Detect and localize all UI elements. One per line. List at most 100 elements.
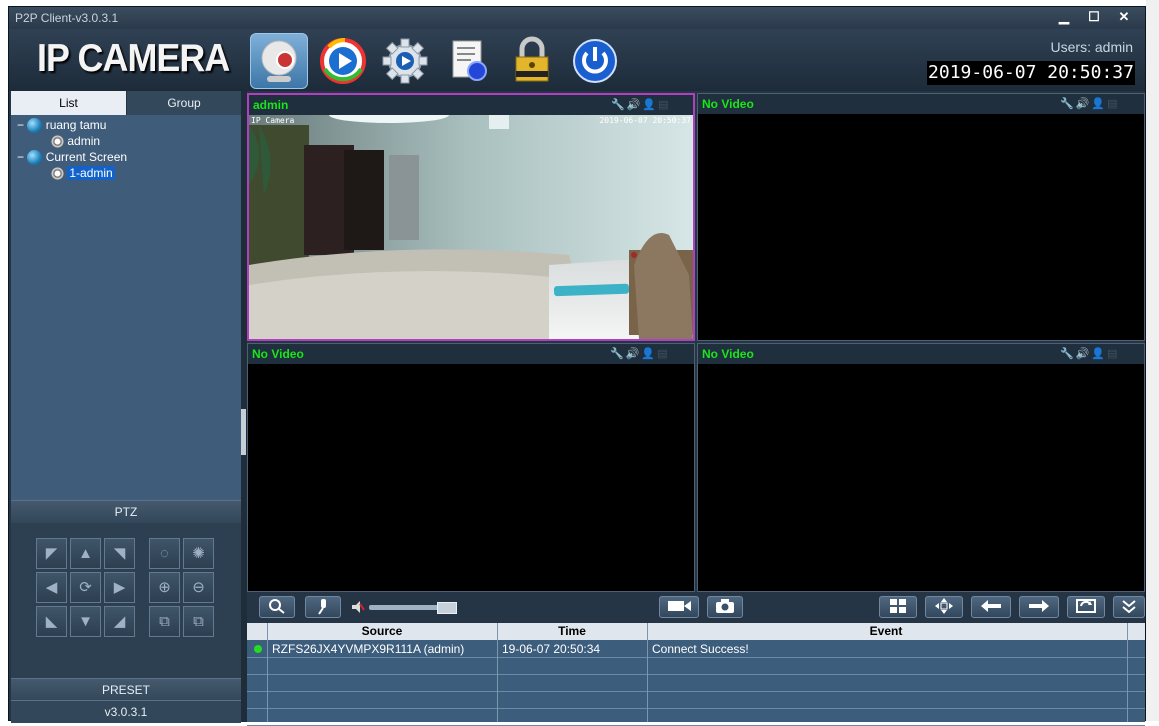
cycle-button[interactable] <box>1067 596 1105 618</box>
video-cell-title: No Video <box>252 347 304 361</box>
splitter-collapse-handle[interactable] <box>241 409 246 455</box>
column-header-source[interactable]: Source <box>267 624 497 638</box>
video-cell-header: No Video 🔧🔊👤▤ <box>698 344 1144 364</box>
collapse-toggle[interactable]: − <box>17 150 24 164</box>
magnifier-icon <box>269 599 285 614</box>
exit-button[interactable] <box>567 33 623 87</box>
tree-node-current-screen[interactable]: − Current Screen <box>17 150 127 166</box>
globe-icon <box>27 118 43 134</box>
column-header-event[interactable]: Event <box>647 624 1125 638</box>
video-grid: admin 🔧🔊👤▤ IP Camera 2019-06-07 20:50:37… <box>247 93 1145 592</box>
desktop-background <box>1146 0 1159 721</box>
table-row-empty <box>247 692 1145 709</box>
tree-node-label: ruang tamu <box>45 118 107 132</box>
ptz-up-button[interactable]: ▲ <box>70 538 101 569</box>
app-window: P2P Client-v3.0.3.1 ▁ ☐ ✕ IP CAMERA User… <box>8 6 1146 726</box>
arrow-right-icon <box>1029 600 1049 612</box>
column-header-time[interactable]: Time <box>497 624 647 638</box>
video-cell-3[interactable]: No Video 🔧🔊👤▤ <box>247 343 695 592</box>
title-bar[interactable]: P2P Client-v3.0.3.1 ▁ ☐ ✕ <box>9 7 1145 29</box>
iris-open-button[interactable]: ⧉ <box>149 606 180 637</box>
zoom-out-button[interactable]: ⊖ <box>183 572 214 603</box>
zoom-button[interactable] <box>259 596 295 618</box>
volume-slider-thumb[interactable] <box>437 602 457 614</box>
tree-node-admin[interactable]: admin <box>51 134 101 149</box>
camera-feed-image <box>249 115 693 339</box>
table-header: Source Time Event <box>247 623 1145 640</box>
fullscreen-button[interactable] <box>925 596 963 618</box>
log-button[interactable] <box>441 33 497 87</box>
video-cell-title: No Video <box>702 97 754 111</box>
playback-button[interactable] <box>315 33 371 87</box>
zoom-in-button[interactable]: ⊕ <box>149 572 180 603</box>
collapse-log-button[interactable] <box>1113 596 1145 618</box>
ptz-header[interactable]: PTZ <box>11 500 241 523</box>
record-button[interactable] <box>659 596 699 618</box>
cell-tool-icons: 🔧🔊👤▤ <box>1060 98 1120 110</box>
log-event: Connect Success! <box>652 642 749 656</box>
ptz-down-left-button[interactable]: ◣ <box>36 606 67 637</box>
collapse-toggle[interactable]: − <box>17 118 24 132</box>
ptz-right-button[interactable]: ▶ <box>104 572 135 603</box>
playback-icon <box>320 37 366 84</box>
camera-icon <box>51 167 64 181</box>
focus-near-button[interactable]: ◌ <box>149 538 180 569</box>
log-time: 19-06-07 20:50:34 <box>502 642 601 656</box>
video-cell-header: admin 🔧🔊👤▤ <box>249 95 693 115</box>
current-user-label: Users: admin <box>1050 39 1133 55</box>
ptz-controls: ◤ ▲ ◥ ◀ ⟳ ▶ ◣ ▼ ◢ ◌ ✺ ⊕ ⊖ ⧉ ⧉ <box>11 523 241 681</box>
video-cell-1[interactable]: admin 🔧🔊👤▤ IP Camera 2019-06-07 20:50:37 <box>247 93 695 341</box>
live-video-feed[interactable]: IP Camera 2019-06-07 20:50:37 <box>249 115 693 339</box>
cell-tool-icons: 🔧🔊👤▤ <box>611 99 671 111</box>
live-view-button[interactable] <box>250 33 308 89</box>
video-control-bar <box>247 594 1145 622</box>
ptz-auto-button[interactable]: ⟳ <box>70 572 101 603</box>
tree-node-1-admin[interactable]: 1-admin <box>51 166 115 181</box>
previous-page-button[interactable] <box>971 596 1011 618</box>
iris-close-button[interactable]: ⧉ <box>183 606 214 637</box>
tree-node-label: admin <box>67 134 101 148</box>
camera-icon <box>716 599 734 613</box>
minimize-button[interactable]: ▁ <box>1049 8 1079 26</box>
settings-button[interactable] <box>377 33 433 87</box>
arrow-left-icon <box>981 600 1001 612</box>
device-tree: − ruang tamu admin − Current Screen 1-ad… <box>11 115 241 500</box>
column-divider <box>267 623 268 722</box>
app-logo: IP CAMERA <box>37 37 230 80</box>
preset-header[interactable]: PRESET <box>11 678 241 701</box>
video-cell-4[interactable]: No Video 🔧🔊👤▤ <box>697 343 1145 592</box>
video-cell-title: admin <box>253 98 289 112</box>
ptz-up-right-button[interactable]: ◥ <box>104 538 135 569</box>
ptz-up-left-button[interactable]: ◤ <box>36 538 67 569</box>
close-button[interactable]: ✕ <box>1109 8 1139 26</box>
tree-node-label-selected: 1-admin <box>67 166 115 180</box>
event-log-table: Source Time Event RZFS26JX4YVMPX9R111A (… <box>247 623 1145 726</box>
ptz-down-button[interactable]: ▼ <box>70 606 101 637</box>
ptz-down-right-button[interactable]: ◢ <box>104 606 135 637</box>
grid-layout-icon <box>890 599 906 613</box>
cell-tool-icons: 🔧🔊👤▤ <box>1060 348 1120 360</box>
volume-slider[interactable] <box>369 605 445 610</box>
ptz-left-button[interactable]: ◀ <box>36 572 67 603</box>
layout-grid-button[interactable] <box>879 596 917 618</box>
video-record-icon <box>668 601 691 611</box>
video-cell-title: No Video <box>702 347 754 361</box>
focus-far-button[interactable]: ✺ <box>183 538 214 569</box>
log-source: RZFS26JX4YVMPX9R111A (admin) <box>272 642 465 656</box>
speaker-mute-icon[interactable] <box>351 600 365 614</box>
table-row[interactable]: RZFS26JX4YVMPX9R111A (admin) 19-06-07 20… <box>247 641 1145 658</box>
power-icon <box>573 39 617 83</box>
tab-group[interactable]: Group <box>127 91 241 115</box>
snapshot-button[interactable] <box>707 596 743 618</box>
microphone-icon <box>318 599 326 615</box>
video-cell-2[interactable]: No Video 🔧🔊👤▤ <box>697 93 1145 341</box>
talk-button[interactable] <box>305 596 341 618</box>
cell-tool-icons: 🔧🔊👤▤ <box>610 348 670 360</box>
lock-button[interactable] <box>504 33 560 87</box>
table-row-empty <box>247 675 1145 692</box>
status-dot-icon <box>254 645 262 653</box>
maximize-button[interactable]: ☐ <box>1079 8 1109 26</box>
next-page-button[interactable] <box>1019 596 1059 618</box>
tab-list[interactable]: List <box>11 91 126 115</box>
tree-node-ruang-tamu[interactable]: − ruang tamu <box>17 118 107 134</box>
